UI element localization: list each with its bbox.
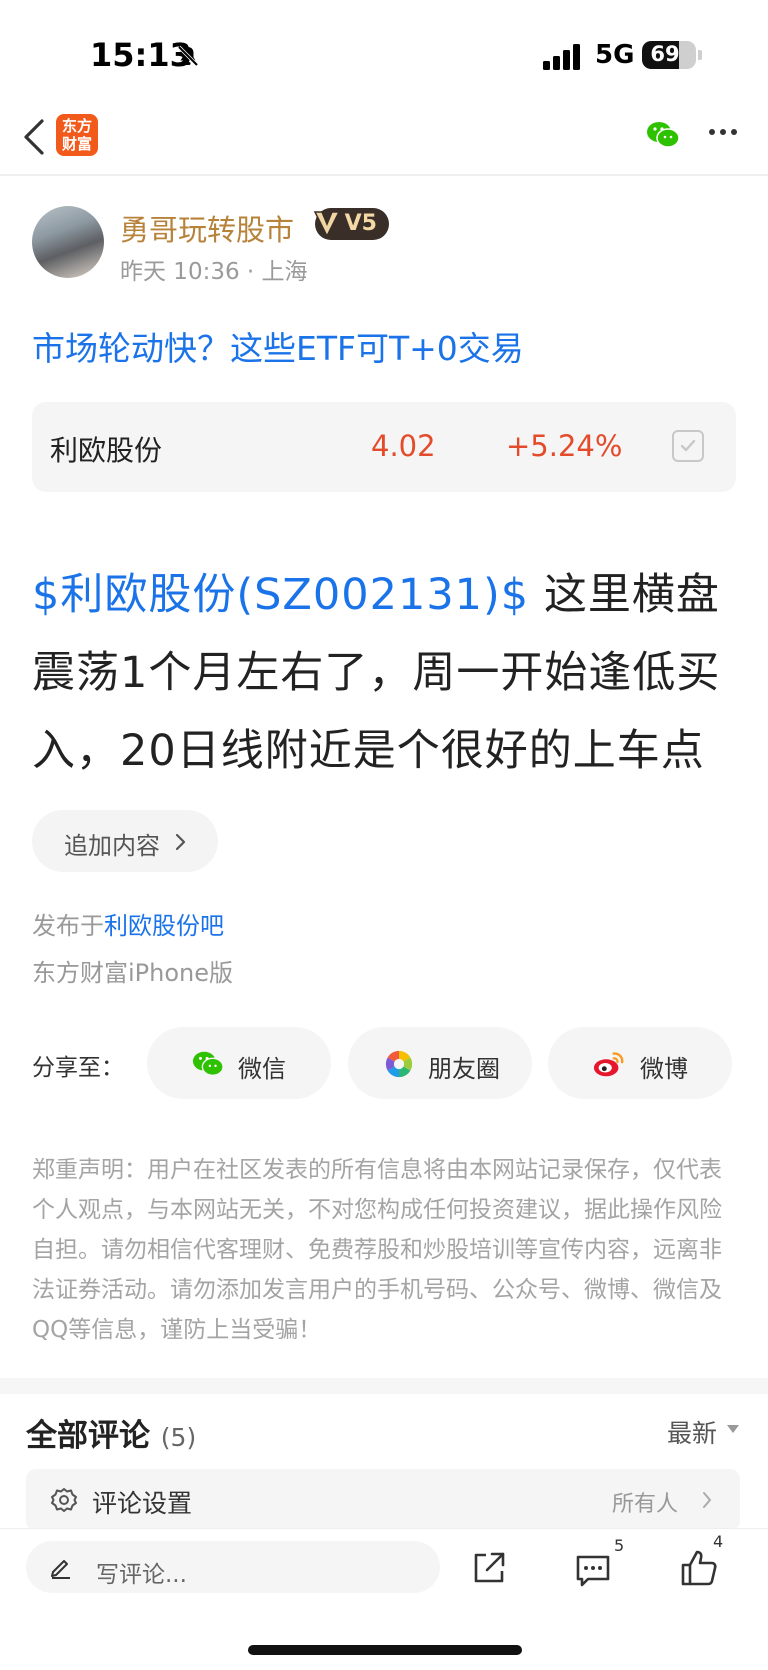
caret-down-icon[interactable] [727,1425,739,1433]
logo-line1: 东方 [61,117,92,135]
comments-title: 全部评论 (5) [26,1410,196,1455]
battery-tip [698,50,702,60]
forum-bar-link[interactable]: 利欧股份吧 [104,912,224,940]
level-wing-icon [313,211,341,238]
client-info: 东方财富iPhone版 [32,959,234,987]
silent-bell-icon [177,45,199,67]
thumbs-up-icon[interactable] [679,1548,719,1588]
nav-divider [0,174,768,176]
post-meta: 昨天 10:36 · 上海 [120,259,308,285]
share-label: 分享至： [32,1055,124,1081]
comment-settings-label: 评论设置 [92,1489,193,1518]
moments-icon [385,1050,413,1078]
disclaimer: 郑重声明：用户在社区发表的所有信息将由本网站记录保存，仅代表个人观点，与本网站无… [32,1157,722,1343]
stock-change: +5.24% [506,429,623,463]
author-name[interactable]: 勇哥玩转股市 [120,207,294,249]
chevron-right-icon [703,1492,711,1508]
watchlist-checkbox[interactable] [672,430,704,462]
wechat-share-icon[interactable] [646,120,680,150]
stock-price: 4.02 [371,429,436,463]
add-content-label: 追加内容 [64,832,160,860]
section-divider [0,1378,768,1394]
battery-icon: 69 [642,41,696,69]
network-type: 5G [595,40,635,70]
post-body: $利欧股份(SZ002131)$ 这里横盘震荡1个月左右了，周一开始逢低买入，2… [32,556,744,790]
comments-count: (5) [160,1423,197,1452]
comment-icon[interactable] [574,1552,612,1588]
gear-icon [51,1488,77,1512]
publish-prefix: 发布于 [32,912,104,940]
share-wechat-label: 微信 [238,1055,286,1083]
comment-count-badge: 5 [614,1536,625,1555]
more-options-icon[interactable] [708,126,738,138]
wechat-icon [192,1051,224,1077]
comment-settings-value: 所有人 [612,1492,679,1517]
stock-name: 利欧股份 [50,434,163,467]
logo-line2: 财富 [61,135,92,153]
topic-link[interactable]: 市场轮动快？这些ETF可T+0交易 [32,322,524,370]
share-icon[interactable] [471,1550,507,1586]
publish-info: 发布于利欧股份吧 [32,906,224,941]
stock-tag-link[interactable]: $利欧股份(SZ002131)$ [32,570,529,620]
battery-percent: 69 [650,42,680,66]
comment-input-placeholder: 写评论... [96,1562,187,1588]
pen-icon [51,1560,70,1579]
weibo-icon [593,1052,624,1077]
eastmoney-logo: 东方 财富 [56,114,98,156]
comment-input[interactable] [26,1541,440,1593]
share-moments-label: 朋友圈 [428,1055,500,1083]
comments-title-text: 全部评论 [26,1418,150,1454]
author-avatar[interactable] [32,206,104,278]
sort-dropdown[interactable]: 最新 [667,1414,717,1450]
check-icon [680,439,696,452]
like-count-badge: 4 [713,1532,724,1551]
chevron-right-icon [175,833,186,851]
cellular-signal-icon [543,44,580,70]
share-weibo-label: 微博 [640,1055,688,1083]
home-indicator [248,1645,522,1655]
back-chevron-icon[interactable] [22,118,46,156]
